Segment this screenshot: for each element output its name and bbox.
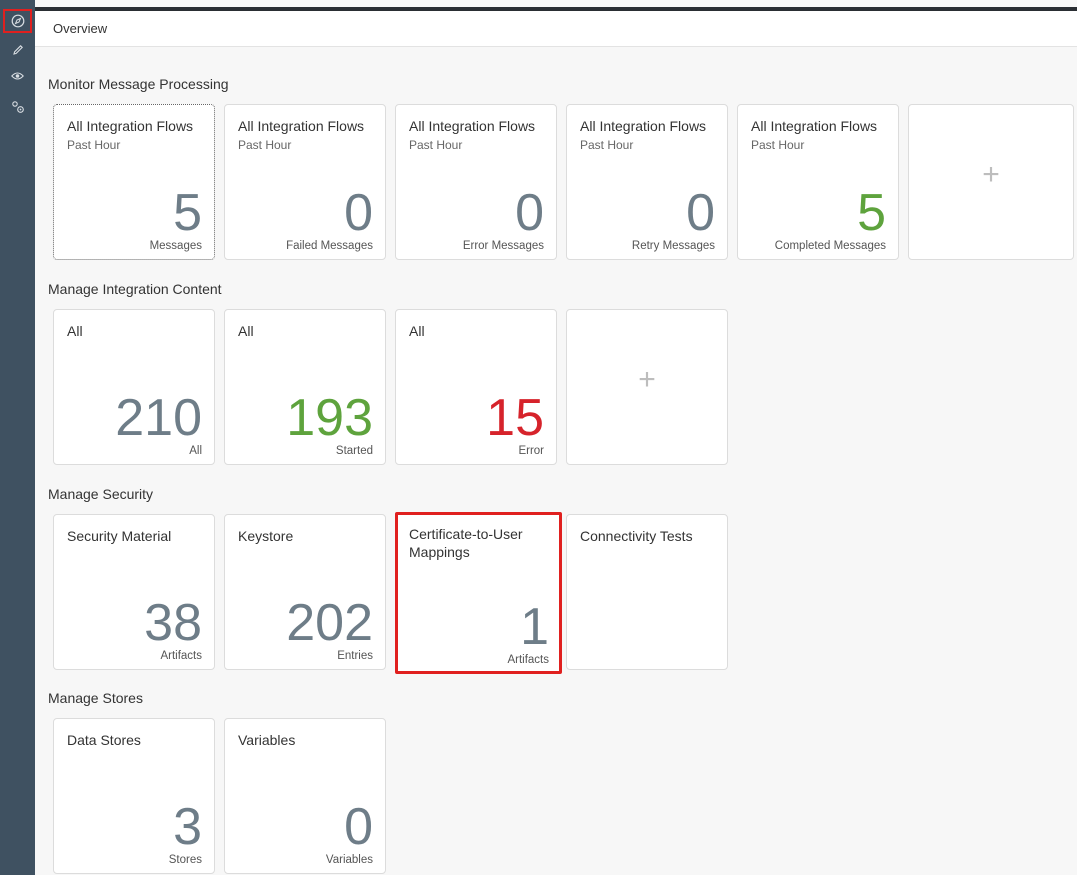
tile-unit: Error Messages bbox=[462, 240, 544, 252]
page-header: Overview bbox=[35, 11, 1077, 47]
tile-subtitle: Past Hour bbox=[238, 138, 292, 152]
tile-all-messages[interactable]: All Integration Flows Past Hour 5 Messag… bbox=[53, 104, 215, 260]
add-monitor-tile-button[interactable]: + bbox=[908, 104, 1074, 260]
tile-title: All bbox=[409, 323, 425, 339]
tile-value: 0 bbox=[686, 184, 715, 242]
tile-unit: Artifacts bbox=[507, 654, 549, 666]
tile-title: Certificate-to-User Mappings bbox=[409, 526, 523, 560]
tile-content-all[interactable]: All 210 All bbox=[53, 309, 215, 465]
tile-subtitle: Past Hour bbox=[409, 138, 463, 152]
tile-unit: Messages bbox=[149, 240, 202, 252]
plus-icon: + bbox=[982, 158, 1000, 191]
tile-subtitle: Past Hour bbox=[580, 138, 634, 152]
tile-subtitle: Past Hour bbox=[67, 138, 121, 152]
edit-pencil-icon bbox=[12, 45, 23, 55]
plus-icon: + bbox=[638, 363, 656, 396]
tile-value: 202 bbox=[286, 594, 373, 652]
tile-unit: Failed Messages bbox=[286, 240, 373, 252]
tile-value: 38 bbox=[144, 594, 202, 652]
tile-value: 1 bbox=[520, 598, 549, 656]
section-title-stores: Manage Stores bbox=[48, 690, 143, 706]
tile-failed-messages[interactable]: All Integration Flows Past Hour 0 Failed… bbox=[224, 104, 386, 260]
tile-unit: Stores bbox=[168, 854, 202, 866]
tile-title: Data Stores bbox=[67, 732, 141, 748]
tile-content-started[interactable]: All 193 Started bbox=[224, 309, 386, 465]
tile-value: 15 bbox=[486, 389, 544, 447]
tile-value: 0 bbox=[344, 798, 373, 856]
tile-connectivity-tests[interactable]: Connectivity Tests bbox=[566, 514, 728, 670]
section-title-content: Manage Integration Content bbox=[48, 281, 222, 297]
settings-gears-icon bbox=[11, 101, 24, 113]
discover-icon bbox=[11, 14, 24, 28]
tile-data-stores[interactable]: Data Stores 3 Stores bbox=[53, 718, 215, 874]
tile-value: 3 bbox=[173, 798, 202, 856]
tile-unit: Error bbox=[518, 445, 544, 457]
tile-retry-messages[interactable]: All Integration Flows Past Hour 0 Retry … bbox=[566, 104, 728, 260]
settings-nav-button[interactable] bbox=[3, 95, 32, 119]
tile-error-messages[interactable]: All Integration Flows Past Hour 0 Error … bbox=[395, 104, 557, 260]
tile-title: All Integration Flows bbox=[580, 118, 707, 134]
design-nav-button[interactable] bbox=[3, 38, 32, 62]
tile-value: 5 bbox=[173, 184, 202, 242]
tile-title: Keystore bbox=[238, 528, 294, 544]
page-title: Overview bbox=[53, 21, 108, 36]
tile-unit: Variables bbox=[325, 854, 373, 866]
tile-completed-messages[interactable]: All Integration Flows Past Hour 5 Comple… bbox=[737, 104, 899, 260]
monitor-nav-button[interactable] bbox=[3, 64, 32, 88]
monitor-eye-icon bbox=[11, 72, 24, 80]
tile-unit: Retry Messages bbox=[631, 240, 715, 252]
tile-title: All Integration Flows bbox=[238, 118, 365, 134]
tile-value: 5 bbox=[857, 184, 886, 242]
tile-value: 0 bbox=[344, 184, 373, 242]
tile-keystore[interactable]: Keystore 202 Entries bbox=[224, 514, 386, 670]
tile-subtitle: Past Hour bbox=[751, 138, 805, 152]
tile-title: Security Material bbox=[67, 528, 172, 544]
tile-title: All bbox=[67, 323, 83, 339]
tile-title: All bbox=[238, 323, 254, 339]
tile-title: All Integration Flows bbox=[67, 118, 194, 134]
tile-value: 0 bbox=[515, 184, 544, 242]
tile-unit: Started bbox=[335, 445, 373, 457]
section-title-monitor: Monitor Message Processing bbox=[48, 76, 229, 92]
tile-unit: Completed Messages bbox=[774, 240, 886, 252]
tile-unit: Entries bbox=[337, 650, 373, 662]
tile-title: All Integration Flows bbox=[409, 118, 536, 134]
tile-unit: All bbox=[189, 445, 202, 457]
tile-certificate-to-user-mappings[interactable]: Certificate-to-User Mappings 1 Artifacts bbox=[395, 512, 562, 674]
tile-title: Connectivity Tests bbox=[580, 528, 693, 544]
tile-title: Variables bbox=[238, 732, 296, 748]
tile-variables[interactable]: Variables 0 Variables bbox=[224, 718, 386, 874]
section-title-security: Manage Security bbox=[48, 486, 154, 502]
add-content-tile-button[interactable]: + bbox=[566, 309, 728, 465]
left-navigation-sidebar bbox=[0, 0, 35, 875]
discover-nav-button[interactable] bbox=[3, 9, 32, 33]
tile-value: 193 bbox=[286, 389, 373, 447]
tile-content-error[interactable]: All 15 Error bbox=[395, 309, 557, 465]
tile-value: 210 bbox=[115, 389, 202, 447]
tile-security-material[interactable]: Security Material 38 Artifacts bbox=[53, 514, 215, 670]
tile-title: All Integration Flows bbox=[751, 118, 878, 134]
tile-unit: Artifacts bbox=[160, 650, 202, 662]
